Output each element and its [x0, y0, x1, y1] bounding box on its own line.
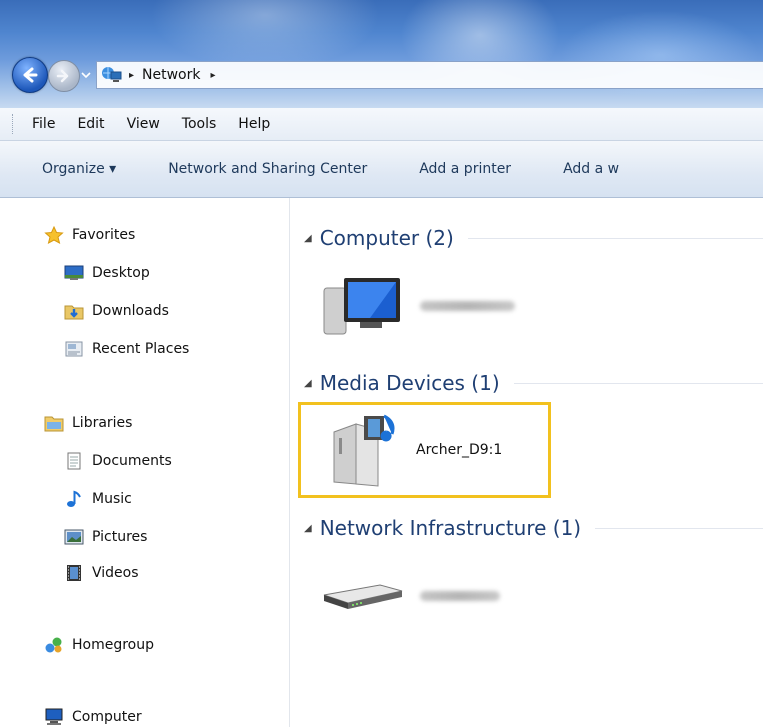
router-name-blurred: [420, 591, 500, 601]
menu-view[interactable]: View: [127, 116, 160, 132]
back-arrow-icon: [23, 67, 38, 83]
forward-arrow-icon: [56, 69, 69, 83]
media-device-label: Archer_D9:1: [416, 442, 503, 458]
menu-help[interactable]: Help: [238, 116, 270, 132]
breadcrumb-separator[interactable]: ▸: [129, 70, 134, 81]
nav-documents[interactable]: Documents: [64, 452, 172, 470]
breadcrumb-separator[interactable]: ▸: [211, 70, 216, 81]
menu-grip: [12, 114, 16, 134]
media-server-icon: [333, 414, 395, 487]
forward-button[interactable]: [48, 60, 80, 92]
libraries-icon: [44, 414, 64, 432]
nav-favorites[interactable]: Favorites: [44, 226, 135, 244]
group-network-infrastructure[interactable]: ◢ Network Infrastructure (1): [304, 516, 763, 540]
group-media-title: Media Devices (1): [319, 371, 500, 395]
computer-name-blurred: [420, 301, 515, 311]
nav-downloads[interactable]: Downloads: [64, 302, 169, 320]
computer-icon: [323, 278, 400, 335]
nav-downloads-label: Downloads: [92, 303, 169, 319]
nav-documents-label: Documents: [92, 453, 172, 469]
media-device-tile[interactable]: Archer_D9:1: [326, 412, 502, 488]
nav-recent-places[interactable]: Recent Places: [64, 340, 189, 358]
menu-bar: File Edit View Tools Help: [0, 108, 763, 141]
add-wireless-device-button[interactable]: Add a w: [563, 161, 619, 177]
breadcrumb-network[interactable]: Network: [142, 67, 200, 83]
desktop-icon: [64, 264, 84, 282]
group-media-devices[interactable]: ◢ Media Devices (1): [304, 371, 763, 395]
nav-computer-label: Computer: [72, 709, 142, 725]
nav-computer[interactable]: Computer: [44, 708, 142, 726]
nav-desktop-label: Desktop: [92, 265, 150, 281]
group-divider: [467, 237, 763, 239]
star-icon: [44, 226, 64, 244]
downloads-icon: [64, 302, 84, 320]
nav-homegroup-label: Homegroup: [72, 637, 155, 653]
recent-places-icon: [64, 340, 84, 358]
videos-icon: [64, 564, 84, 582]
nav-videos-label: Videos: [92, 565, 139, 581]
router-icon: [323, 584, 403, 609]
nav-desktop[interactable]: Desktop: [64, 264, 150, 282]
menu-tools[interactable]: Tools: [182, 116, 217, 132]
router-tile[interactable]: [320, 581, 500, 611]
nav-homegroup[interactable]: Homegroup: [44, 636, 154, 654]
nav-music-label: Music: [92, 491, 132, 507]
organize-button[interactable]: Organize ▾: [42, 161, 116, 177]
computer-icon: [44, 708, 64, 726]
content-pane: ◢ Computer (2) ◢ Media Devices (1) Arche…: [290, 198, 763, 727]
group-computer-title: Computer (2): [319, 226, 454, 250]
group-computer[interactable]: ◢ Computer (2): [304, 226, 763, 250]
nav-music[interactable]: Music: [64, 490, 132, 508]
homegroup-icon: [44, 636, 64, 654]
back-button[interactable]: [12, 57, 48, 93]
network-location-icon: [102, 67, 122, 82]
nav-favorites-label: Favorites: [72, 227, 136, 243]
nav-pictures-label: Pictures: [92, 529, 148, 545]
nav-recent-places-label: Recent Places: [92, 341, 190, 357]
command-bar: Organize ▾ Network and Sharing Center Ad…: [0, 141, 763, 198]
navigation-pane: Favorites Desktop Downloads Recent Place…: [0, 198, 290, 727]
collapse-triangle-icon[interactable]: ◢: [304, 378, 312, 389]
recent-pages-chevron-icon[interactable]: [80, 69, 92, 81]
nav-libraries-label: Libraries: [72, 415, 133, 431]
menu-edit[interactable]: Edit: [77, 116, 104, 132]
music-note-icon: [64, 490, 84, 508]
pictures-icon: [64, 528, 84, 546]
nav-videos[interactable]: Videos: [64, 564, 139, 582]
documents-icon: [64, 452, 84, 470]
group-divider: [513, 382, 763, 384]
address-bar[interactable]: ▸ Network ▸: [96, 61, 763, 89]
computer-tile[interactable]: [320, 274, 515, 338]
explorer-window: ▸ Network ▸ File Edit View Tools Help Or…: [0, 0, 763, 727]
network-sharing-center-button[interactable]: Network and Sharing Center: [168, 161, 367, 177]
group-infra-title: Network Infrastructure (1): [319, 516, 582, 540]
collapse-triangle-icon[interactable]: ◢: [304, 233, 312, 244]
address-bar-area: ▸ Network ▸: [0, 0, 763, 108]
menu-file[interactable]: File: [32, 116, 55, 132]
collapse-triangle-icon[interactable]: ◢: [304, 523, 312, 534]
nav-libraries[interactable]: Libraries: [44, 414, 132, 432]
nav-pictures[interactable]: Pictures: [64, 528, 147, 546]
add-printer-button[interactable]: Add a printer: [419, 161, 511, 177]
group-divider: [595, 527, 763, 529]
